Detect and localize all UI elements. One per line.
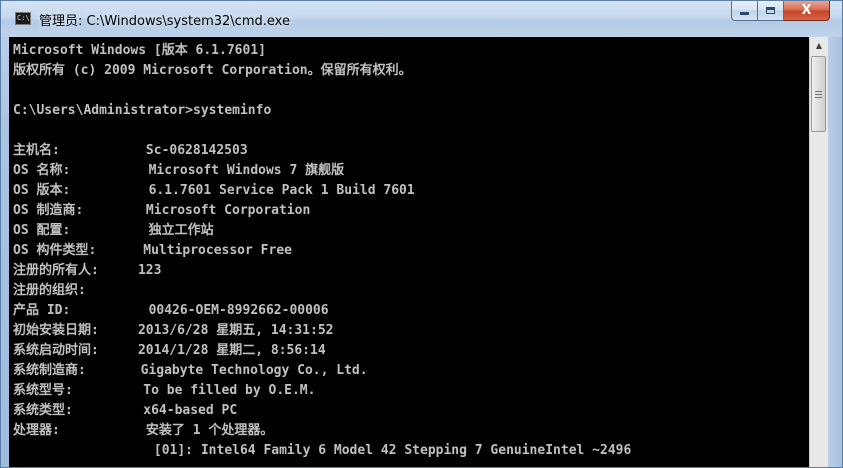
console-line: C:\Users\Administrator>systeminfo <box>13 103 272 118</box>
grip-icon <box>815 90 822 98</box>
title-bar[interactable]: C:\ 管理员: C:\Windows\system32\cmd.exe X <box>1 1 842 37</box>
console-line: 处理器: 安装了 1 个处理器。 <box>13 423 274 438</box>
console-line: [01]: Intel64 Family 6 Model 42 Stepping… <box>13 443 632 458</box>
minimize-button[interactable] <box>731 1 758 21</box>
close-button[interactable]: X <box>784 1 830 21</box>
console-line: 系统型号: To be filled by O.E.M. <box>13 383 316 398</box>
console-line: 系统制造商: Gigabyte Technology Co., Ltd. <box>13 363 368 378</box>
chevron-up-icon: ▲ <box>815 41 823 50</box>
console-text: Microsoft Windows [版本 6.1.7601] 版权所有 (c) … <box>13 41 631 461</box>
cmd-app-icon[interactable]: C:\ <box>15 12 31 25</box>
caption-buttons: X <box>731 1 830 23</box>
console-line: OS 名称: Microsoft Windows 7 旗舰版 <box>13 163 345 178</box>
console-line: OS 构件类型: Multiprocessor Free <box>13 243 292 258</box>
minimize-icon <box>740 12 749 15</box>
console-line: 主机名: Sc-0628142503 <box>13 143 248 158</box>
window-frame-right <box>828 37 842 467</box>
console-output-area[interactable]: Microsoft Windows [版本 6.1.7601] 版权所有 (c) … <box>9 37 809 467</box>
console-line: OS 版本: 6.1.7601 Service Pack 1 Build 760… <box>13 183 415 198</box>
console-line: 系统启动时间: 2014/1/28 星期二, 8:56:14 <box>13 343 326 358</box>
cmd-window: C:\ 管理员: C:\Windows\system32\cmd.exe X M… <box>0 0 843 468</box>
console-line: 产品 ID: 00426-OEM-8992662-00006 <box>13 303 329 318</box>
close-icon: X <box>801 3 812 18</box>
scroll-up-button[interactable]: ▲ <box>810 37 828 54</box>
console-line: OS 配置: 独立工作站 <box>13 223 214 238</box>
console-line: 注册的所有人: 123 <box>13 263 162 278</box>
console-line: 初始安装日期: 2013/6/28 星期五, 14:31:52 <box>13 323 334 338</box>
console-line: 版权所有 (c) 2009 Microsoft Corporation。保留所有… <box>13 63 412 78</box>
console-line: 系统类型: x64-based PC <box>13 403 238 418</box>
console-line: OS 制造商: Microsoft Corporation <box>13 203 311 218</box>
maximize-icon <box>766 7 775 14</box>
vertical-scrollbar[interactable]: ▲ <box>809 37 828 467</box>
console-line: 注册的组织: <box>13 283 86 298</box>
maximize-button[interactable] <box>758 1 784 21</box>
window-title: 管理员: C:\Windows\system32\cmd.exe <box>39 14 290 29</box>
scroll-thumb[interactable] <box>811 56 826 132</box>
console-line: Microsoft Windows [版本 6.1.7601] <box>13 43 266 58</box>
